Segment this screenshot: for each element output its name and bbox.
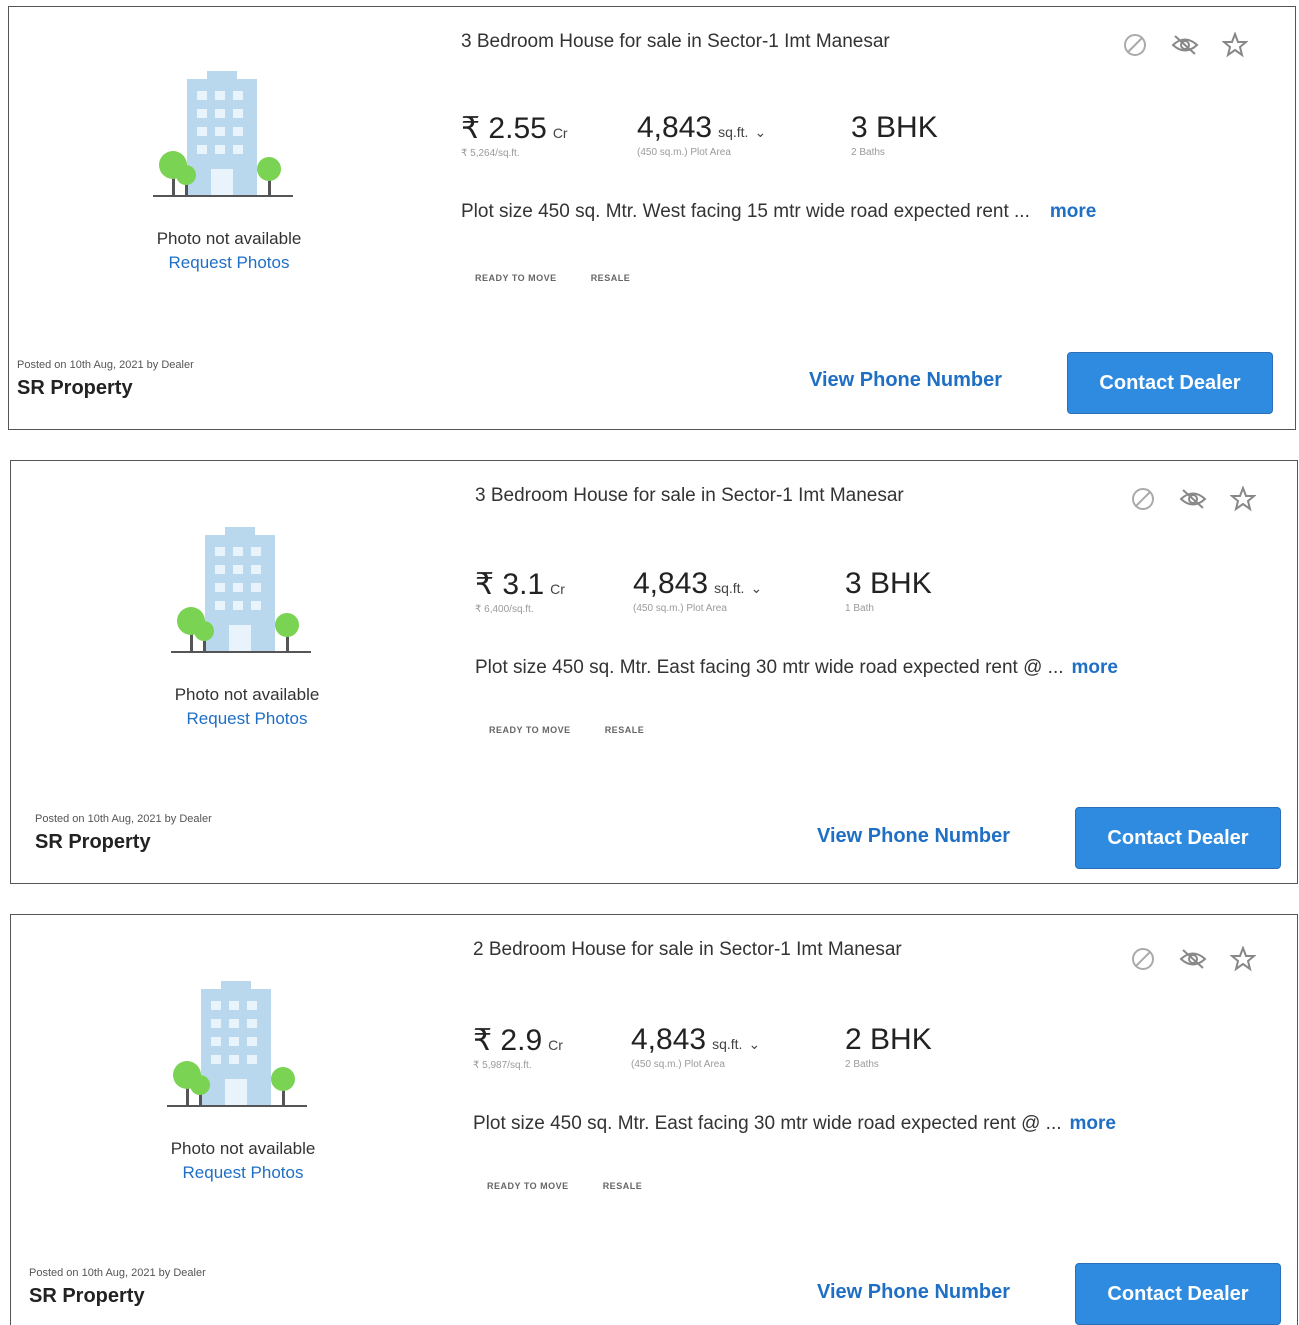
star-icon[interactable] (1221, 31, 1249, 59)
photo-placeholder: Photo not available Request Photos (9, 7, 449, 307)
listing-tags: READY TO MOVE RESALE (475, 273, 630, 283)
area-value: 4,843 (631, 1023, 707, 1056)
listing-tags: READY TO MOVE RESALE (487, 1181, 642, 1191)
block-icon[interactable] (1129, 485, 1157, 513)
listing-actions (1129, 485, 1257, 513)
more-link[interactable]: more (1050, 201, 1096, 222)
description-text: Plot size 450 sq. Mtr. West facing 15 mt… (461, 201, 1030, 222)
tag-resale: RESALE (590, 273, 631, 283)
block-icon[interactable] (1121, 31, 1149, 59)
listing-title[interactable]: 3 Bedroom House for sale in Sector-1 Imt… (475, 485, 904, 507)
tag-ready-to-move: READY TO MOVE (489, 725, 571, 735)
photo-not-available-text: Photo not available (156, 229, 302, 248)
area-block[interactable]: 4,843 sq.ft. ⌄ (450 sq.m.) Plot Area (631, 1023, 760, 1070)
building-placeholder-icon (153, 71, 293, 197)
listing-card: Photo not available Request Photos Poste… (10, 460, 1298, 884)
photo-placeholder: Photo not available Request Photos (23, 917, 463, 1217)
bhk-value: 2 BHK (845, 1023, 932, 1056)
area-unit: sq.ft. (718, 124, 749, 140)
photo-not-available-text: Photo not available (170, 1139, 316, 1158)
area-sub: (450 sq.m.) Plot Area (631, 1059, 725, 1070)
more-link[interactable]: more (1070, 1113, 1116, 1134)
posted-info: Posted on 10th Aug, 2021 by Dealer (35, 813, 212, 825)
area-block[interactable]: 4,843 sq.ft. ⌄ (450 sq.m.) Plot Area (633, 567, 762, 614)
tag-resale: RESALE (602, 1181, 643, 1191)
tag-ready-to-move: READY TO MOVE (487, 1181, 569, 1191)
price-unit: Cr (550, 581, 565, 597)
listing-tags: READY TO MOVE RESALE (489, 725, 644, 735)
dealer-name[interactable]: SR Property (29, 1285, 145, 1308)
request-photos-link[interactable]: Request Photos (23, 1163, 463, 1183)
area-unit: sq.ft. (712, 1036, 743, 1052)
price-unit: Cr (548, 1037, 563, 1053)
dealer-name[interactable]: SR Property (35, 831, 151, 854)
chevron-down-icon[interactable]: ⌄ (748, 1036, 760, 1052)
view-phone-number-link[interactable]: View Phone Number (817, 1281, 1010, 1304)
bhk-block: 3 BHK 2 Baths (851, 111, 938, 158)
listing-title[interactable]: 3 Bedroom House for sale in Sector-1 Imt… (461, 31, 890, 53)
baths-value: 2 Baths (845, 1059, 879, 1070)
bhk-value: 3 BHK (851, 111, 938, 144)
price-value: ₹ 3.1 (475, 568, 545, 601)
price-per-sqft: ₹ 5,264/sq.ft. (461, 148, 520, 159)
bhk-block: 2 BHK 2 Baths (845, 1023, 932, 1070)
area-unit: sq.ft. (714, 580, 745, 596)
listing-actions (1129, 945, 1257, 973)
listing-card: Photo not available Request Photos Poste… (10, 914, 1298, 1325)
chevron-down-icon[interactable]: ⌄ (750, 580, 762, 596)
view-phone-number-link[interactable]: View Phone Number (809, 369, 1002, 392)
price-value: ₹ 2.55 (461, 112, 547, 145)
price-block: ₹ 2.55 Cr ₹ 5,264/sq.ft. (461, 111, 568, 159)
area-sub: (450 sq.m.) Plot Area (633, 603, 727, 614)
area-value: 4,843 (633, 567, 709, 600)
contact-dealer-button[interactable]: Contact Dealer (1075, 807, 1281, 869)
baths-value: 2 Baths (851, 147, 885, 158)
request-photos-link[interactable]: Request Photos (27, 709, 467, 729)
posted-info: Posted on 10th Aug, 2021 by Dealer (29, 1267, 206, 1279)
dealer-name[interactable]: SR Property (17, 377, 133, 400)
bhk-value: 3 BHK (845, 567, 932, 600)
price-block: ₹ 3.1 Cr ₹ 6,400/sq.ft. (475, 567, 565, 615)
description-text: Plot size 450 sq. Mtr. East facing 30 mt… (475, 657, 1064, 678)
listing-card: Photo not available Request Photos Poste… (8, 6, 1296, 430)
bhk-block: 3 BHK 1 Bath (845, 567, 932, 614)
star-icon[interactable] (1229, 945, 1257, 973)
building-placeholder-icon (167, 981, 307, 1107)
tag-ready-to-move: READY TO MOVE (475, 273, 557, 283)
area-sub: (450 sq.m.) Plot Area (637, 147, 731, 158)
baths-value: 1 Bath (845, 603, 874, 614)
price-per-sqft: ₹ 5,987/sq.ft. (473, 1060, 532, 1071)
listing-description: Plot size 450 sq. Mtr. East facing 30 mt… (473, 1113, 1116, 1135)
hide-icon[interactable] (1179, 945, 1207, 973)
photo-placeholder: Photo not available Request Photos (27, 463, 467, 763)
more-link[interactable]: more (1072, 657, 1118, 678)
view-phone-number-link[interactable]: View Phone Number (817, 825, 1010, 848)
block-icon[interactable] (1129, 945, 1157, 973)
chevron-down-icon[interactable]: ⌄ (754, 124, 766, 140)
price-unit: Cr (552, 125, 568, 141)
tag-resale: RESALE (604, 725, 645, 735)
hide-icon[interactable] (1179, 485, 1207, 513)
description-text: Plot size 450 sq. Mtr. East facing 30 mt… (473, 1113, 1062, 1134)
contact-dealer-button[interactable]: Contact Dealer (1075, 1263, 1281, 1325)
price-per-sqft: ₹ 6,400/sq.ft. (475, 604, 534, 615)
building-placeholder-icon (171, 527, 311, 653)
listing-description: Plot size 450 sq. Mtr. East facing 30 mt… (475, 657, 1118, 679)
posted-info: Posted on 10th Aug, 2021 by Dealer (17, 359, 194, 371)
price-block: ₹ 2.9 Cr ₹ 5,987/sq.ft. (473, 1023, 563, 1071)
listing-title[interactable]: 2 Bedroom House for sale in Sector-1 Imt… (473, 939, 902, 961)
listing-description: Plot size 450 sq. Mtr. West facing 15 mt… (461, 201, 1096, 223)
listing-actions (1121, 31, 1249, 59)
contact-dealer-button[interactable]: Contact Dealer (1067, 352, 1273, 414)
hide-icon[interactable] (1171, 31, 1199, 59)
area-block[interactable]: 4,843 sq.ft. ⌄ (450 sq.m.) Plot Area (637, 111, 766, 158)
star-icon[interactable] (1229, 485, 1257, 513)
photo-not-available-text: Photo not available (174, 685, 320, 704)
request-photos-link[interactable]: Request Photos (9, 253, 449, 273)
area-value: 4,843 (637, 111, 713, 144)
price-value: ₹ 2.9 (473, 1024, 543, 1057)
